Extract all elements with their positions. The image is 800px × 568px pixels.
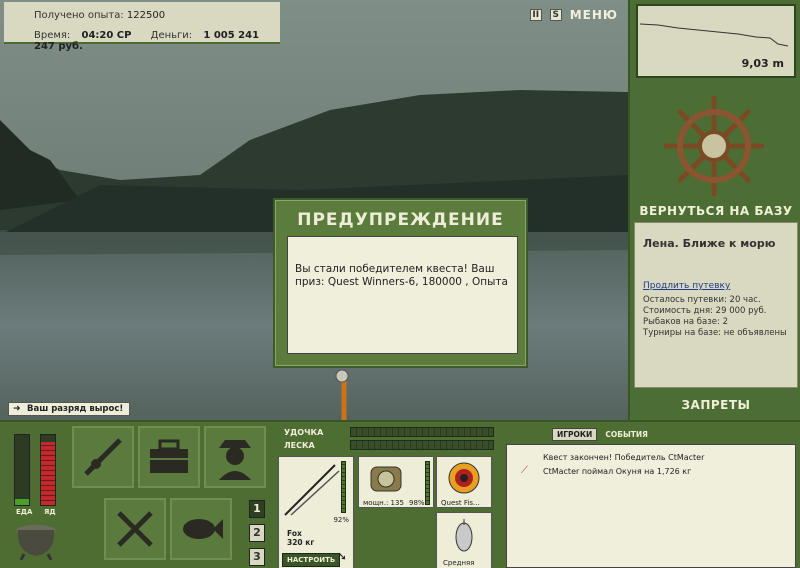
reel-percent: 98% (409, 499, 425, 507)
tournaments-info: Турниры на базе: не объявлены (643, 328, 787, 338)
chat-message: Квест закончен! Победитель CtMacter (543, 453, 705, 462)
lure-slot[interactable]: Средняя (436, 512, 492, 568)
cutlery-icon[interactable] (104, 498, 166, 560)
tackle-box-icon[interactable] (138, 426, 200, 488)
ship-wheel-icon[interactable] (663, 95, 765, 200)
line-label: ЛЕСКА (284, 441, 315, 450)
status-hud: Получено опыта: 122500 Время: 04:20 СР Д… (4, 2, 280, 52)
bans-button[interactable]: ЗАПРЕТЫ (630, 398, 800, 412)
location-title: Лена. Ближе к морю (643, 237, 776, 250)
fishers-count: Рыбаков на базе: 2 (643, 317, 728, 327)
rod-label: УДОЧКА (284, 428, 324, 437)
energy-label: ЯД (44, 508, 56, 516)
rod-icon (284, 464, 340, 516)
ticket-remaining: Осталось путевки: 20 час. (643, 295, 761, 305)
tackle-panel: УДОЧКА ЛЕСКА 92% Fox 320 кг НАСТРОИТЬ ➘ (278, 424, 500, 568)
rod-wear-bar (341, 461, 346, 513)
line-tension-bar (350, 440, 494, 450)
chat-tabs: ИГРОКИ СОБЫТИЯ (552, 428, 652, 441)
exp-value: 122500 (126, 10, 166, 21)
food-label: ЕДА (16, 508, 33, 516)
page-button-3[interactable]: 3 (249, 548, 265, 566)
depth-value: 9,03 m (741, 57, 784, 70)
rod-tool-icon[interactable] (72, 426, 134, 488)
right-panel: 9,03 m ВЕРНУТЬСЯ НА БАЗУ Лена. Ближе к м… (628, 0, 800, 420)
extend-ticket-link[interactable]: Продлить путевку (643, 281, 730, 291)
tab-events[interactable]: СОБЫТИЯ (601, 429, 652, 440)
cauldron-icon[interactable] (12, 518, 60, 564)
warning-dialog: ПРЕДУПРЕЖДЕНИЕ Вы стали победителем квес… (273, 198, 528, 368)
dialog-body: Вы стали победителем квеста! Ваш приз: Q… (287, 236, 518, 354)
reel-wear-bar (425, 461, 430, 505)
rod-weight: 320 кг (287, 538, 315, 547)
fish-icon[interactable] (170, 498, 232, 560)
fisherman-icon[interactable] (204, 426, 266, 488)
chat-message: CtMacter поймал Окуня на 1,726 кг (543, 467, 692, 476)
setup-button[interactable]: НАСТРОИТЬ (282, 553, 341, 567)
line-name: Quest Fis... (441, 499, 480, 507)
location-info: Лена. Ближе к морю Продлить путевку Оста… (634, 222, 798, 388)
exp-label: Получено опыта: (34, 10, 124, 21)
bottom-panel: ЕДА ЯД 1 2 3 УДОЧКА ЛЕСКА 92% Fox 320 кг… (0, 420, 800, 568)
line-spool-icon (448, 462, 480, 494)
reel-power: мощн.: 135 (363, 499, 404, 507)
time-value: 04:20 СР (81, 30, 132, 41)
sound-button[interactable]: S (549, 9, 562, 21)
energy-meter (40, 434, 56, 506)
money-label: Деньги: (150, 30, 193, 41)
tab-players[interactable]: ИГРОКИ (552, 428, 598, 441)
rod-info: Fox 320 кг (287, 529, 314, 547)
menu-button[interactable]: МЕНЮ (570, 8, 618, 22)
rod-name: Fox (287, 529, 302, 538)
lure-icon (455, 519, 473, 552)
back-to-base-button[interactable]: ВЕРНУТЬСЯ НА БАЗУ (630, 204, 800, 218)
chat-panel: ИГРОКИ СОБЫТИЯ Квест закончен! Победител… (502, 424, 800, 568)
reel-icon (370, 466, 402, 492)
food-meter (14, 434, 30, 506)
energy-meter-fill (41, 442, 55, 505)
day-cost: Стоимость дня: 29 000 руб. (643, 306, 767, 316)
chat-messages: Квест закончен! Победитель CtMacter ⟋ Ct… (506, 444, 796, 568)
top-controls: II S МЕНЮ (529, 8, 618, 22)
rank-up-notice: Ваш разряд вырос! (8, 402, 131, 416)
lure-event-icon: ⟋ (521, 465, 528, 476)
rod-percent: 92% (333, 516, 349, 524)
expand-arrow-icon[interactable]: ➘ (337, 549, 347, 563)
reel-slot[interactable]: мощн.: 135 98% (358, 456, 434, 508)
rod-tension-bar (350, 427, 494, 437)
pause-button[interactable]: II (529, 9, 542, 21)
line-slot[interactable]: Quest Fis... (436, 456, 492, 508)
lure-name: Средняя (443, 559, 475, 567)
rod-slot[interactable]: 92% Fox 320 кг НАСТРОИТЬ ➘ (278, 456, 354, 568)
page-button-2[interactable]: 2 (249, 524, 265, 542)
dialog-title: ПРЕДУПРЕЖДЕНИЕ (297, 210, 504, 230)
depth-sonar: 9,03 m (636, 4, 796, 78)
page-button-1[interactable]: 1 (249, 500, 265, 518)
meters: ЕДА ЯД (6, 428, 64, 524)
food-meter-fill (15, 499, 29, 505)
time-label: Время: (34, 30, 71, 41)
